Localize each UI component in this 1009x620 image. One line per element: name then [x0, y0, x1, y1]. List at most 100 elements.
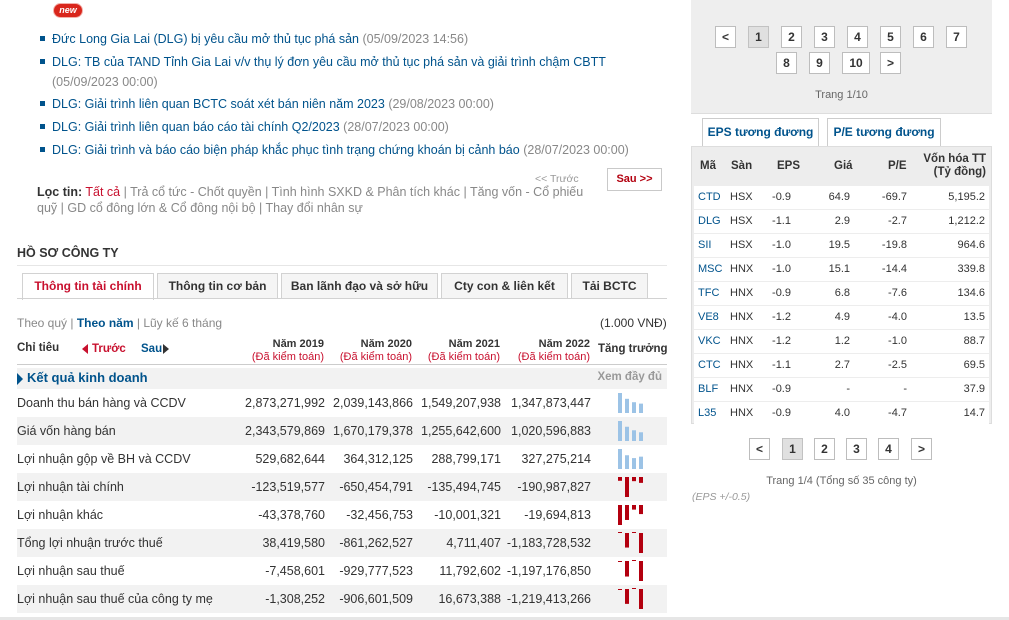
- tab-financial-info[interactable]: Thông tin tài chính: [22, 273, 154, 300]
- page-button[interactable]: 4: [847, 26, 868, 48]
- period-year[interactable]: Theo năm: [77, 316, 134, 330]
- news-title[interactable]: DLG: TB của TAND Tỉnh Gia Lai v/v thụ lý…: [52, 55, 606, 69]
- news-title[interactable]: DLG: Giải trình và báo cáo biện pháp khắ…: [52, 143, 520, 157]
- peer-pe: -4.7: [888, 407, 907, 419]
- sparkline-bar: [625, 426, 629, 441]
- peer-price: 2.9: [834, 215, 850, 227]
- page-next-button[interactable]: >: [911, 438, 932, 460]
- page-button[interactable]: 6: [913, 26, 934, 48]
- page-button[interactable]: 3: [846, 438, 867, 460]
- peer-ticker[interactable]: CTC: [698, 359, 721, 371]
- peer-row[interactable]: VE8 HNX -1.2 4.9 -4.0 13.5: [694, 306, 989, 329]
- news-next-button[interactable]: Sau >>: [607, 168, 662, 191]
- page-button[interactable]: 1: [782, 438, 803, 460]
- news-title[interactable]: DLG: Giải trình liên quan BCTC soát xét …: [52, 97, 385, 111]
- section-business-results-title[interactable]: Kết quả kinh doanh: [27, 370, 148, 385]
- news-item[interactable]: DLG: Giải trình và báo cáo biện pháp khắ…: [40, 140, 665, 160]
- growth-sparkline[interactable]: [616, 531, 648, 555]
- news-title[interactable]: DLG: Giải trình liên quan báo cáo tài ch…: [52, 120, 340, 134]
- peer-row[interactable]: CTC HNX -1.1 2.7 -2.5 69.5: [694, 354, 989, 377]
- sparkline-bar: [618, 449, 622, 469]
- bullet-icon: [40, 124, 45, 129]
- page-button[interactable]: 2: [781, 26, 802, 48]
- arrow-right-icon[interactable]: [163, 344, 169, 354]
- peer-row[interactable]: L35 HNX -0.9 4.0 -4.7 14.7: [694, 402, 989, 425]
- page-button[interactable]: 3: [814, 26, 835, 48]
- peer-ticker[interactable]: BLF: [698, 383, 718, 395]
- peer-ticker[interactable]: DLG: [698, 215, 721, 227]
- peer-row[interactable]: CTD HSX -0.9 64.9 -69.7 5,195.2: [694, 186, 989, 209]
- growth-sparkline[interactable]: [616, 503, 648, 527]
- filter-option[interactable]: GD cổ đông lớn & Cổ đông nội bộ: [67, 201, 255, 215]
- sparkline-bar: [625, 455, 629, 469]
- row-label: Lợi nhuận tài chính: [17, 480, 124, 494]
- page-button[interactable]: 1: [748, 26, 769, 48]
- news-item[interactable]: DLG: Giải trình liên quan BCTC soát xét …: [40, 94, 665, 114]
- page-button[interactable]: 7: [946, 26, 967, 48]
- page-prev-button[interactable]: <: [715, 26, 736, 48]
- period-quarter[interactable]: Theo quý: [17, 316, 67, 330]
- growth-sparkline[interactable]: [616, 587, 648, 611]
- peer-ticker[interactable]: VE8: [698, 311, 719, 323]
- peer-row[interactable]: BLF HNX -0.9 - - 37.9: [694, 378, 989, 401]
- peer-price: -: [846, 383, 850, 395]
- table-row: Lợi nhuận sau thuế -7,458,601 -929,777,523…: [17, 557, 667, 585]
- tab-management[interactable]: Ban lãnh đạo và sở hữu: [281, 273, 438, 299]
- sparkline-bar: [639, 477, 643, 483]
- sparkline-bar: [632, 505, 636, 510]
- page-button[interactable]: 8: [776, 52, 797, 74]
- row-value: -123,519,577: [251, 480, 325, 494]
- peer-row[interactable]: TFC HNX -0.9 6.8 -7.6 134.6: [694, 282, 989, 305]
- eps-note: (EPS +/-0.5): [692, 491, 751, 503]
- peer-row[interactable]: MSC HNX -1.0 15.1 -14.4 339.8: [694, 258, 989, 281]
- view-full-link[interactable]: Xem đầy đủ: [597, 371, 662, 383]
- period-ttm[interactable]: Lũy kế 6 tháng: [143, 316, 222, 330]
- news-title[interactable]: Đức Long Gia Lai (DLG) bị yêu cầu mở thủ…: [52, 32, 359, 46]
- tab-eps-equivalent[interactable]: EPS tương đương: [702, 118, 819, 146]
- peer-market-cap: 964.6: [957, 239, 985, 251]
- sparkline-bar: [639, 505, 643, 515]
- news-item[interactable]: DLG: Giải trình liên quan báo cáo tài ch…: [40, 117, 665, 137]
- peer-ticker[interactable]: L35: [698, 407, 716, 419]
- growth-sparkline[interactable]: [616, 419, 648, 443]
- filter-all[interactable]: Tất cả: [85, 185, 120, 199]
- sparkline-bar: [618, 589, 622, 590]
- peer-ticker[interactable]: VKC: [698, 335, 721, 347]
- peer-eps: -1.0: [772, 239, 791, 251]
- peer-eps: -0.9: [772, 191, 791, 203]
- page-button[interactable]: 4: [878, 438, 899, 460]
- news-item[interactable]: Đức Long Gia Lai (DLG) bị yêu cầu mở thủ…: [40, 29, 665, 49]
- arrow-left-icon[interactable]: [82, 344, 88, 354]
- tab-subsidiaries[interactable]: Cty con & liên kết: [441, 273, 568, 299]
- peer-row[interactable]: VKC HNX -1.2 1.2 -1.0 88.7: [694, 330, 989, 353]
- tab-download-reports[interactable]: Tải BCTC: [571, 273, 648, 299]
- page-next-button[interactable]: >: [880, 52, 901, 74]
- prev-period-button[interactable]: Trước: [92, 343, 126, 355]
- peer-row[interactable]: SII HSX -1.0 19.5 -19.8 964.6: [694, 234, 989, 257]
- row-value: 2,039,143,866: [333, 396, 413, 410]
- peer-row[interactable]: DLG HSX -1.1 2.9 -2.7 1,212.2: [694, 210, 989, 233]
- growth-sparkline[interactable]: [616, 447, 648, 471]
- page-button[interactable]: 5: [880, 26, 901, 48]
- growth-sparkline[interactable]: [616, 475, 648, 499]
- peer-ticker[interactable]: CTD: [698, 191, 721, 203]
- tab-basic-info[interactable]: Thông tin cơ bản: [157, 273, 278, 299]
- peer-ticker[interactable]: SII: [698, 239, 711, 251]
- filter-option[interactable]: Thay đổi nhân sự: [266, 201, 363, 215]
- page-button[interactable]: 2: [814, 438, 835, 460]
- filter-option[interactable]: Tình hình SXKD & Phân tích khác: [272, 185, 460, 199]
- next-period-button[interactable]: Sau: [141, 343, 162, 355]
- page-button[interactable]: 10: [842, 52, 870, 74]
- page-button[interactable]: 9: [809, 52, 830, 74]
- growth-sparkline[interactable]: [616, 391, 648, 415]
- filter-option[interactable]: Trả cổ tức - Chốt quyền: [130, 185, 262, 199]
- sparkline-bar: [618, 561, 622, 562]
- peer-ticker[interactable]: TFC: [698, 287, 719, 299]
- page-prev-button[interactable]: <: [749, 438, 770, 460]
- news-item[interactable]: DLG: TB của TAND Tỉnh Gia Lai v/v thụ lý…: [40, 52, 665, 92]
- growth-sparkline[interactable]: [616, 559, 648, 583]
- row-value: -929,777,523: [339, 564, 413, 578]
- peer-ticker[interactable]: MSC: [698, 263, 722, 275]
- row-value: -32,456,753: [346, 508, 413, 522]
- tab-pe-equivalent[interactable]: P/E tương đương: [827, 118, 941, 146]
